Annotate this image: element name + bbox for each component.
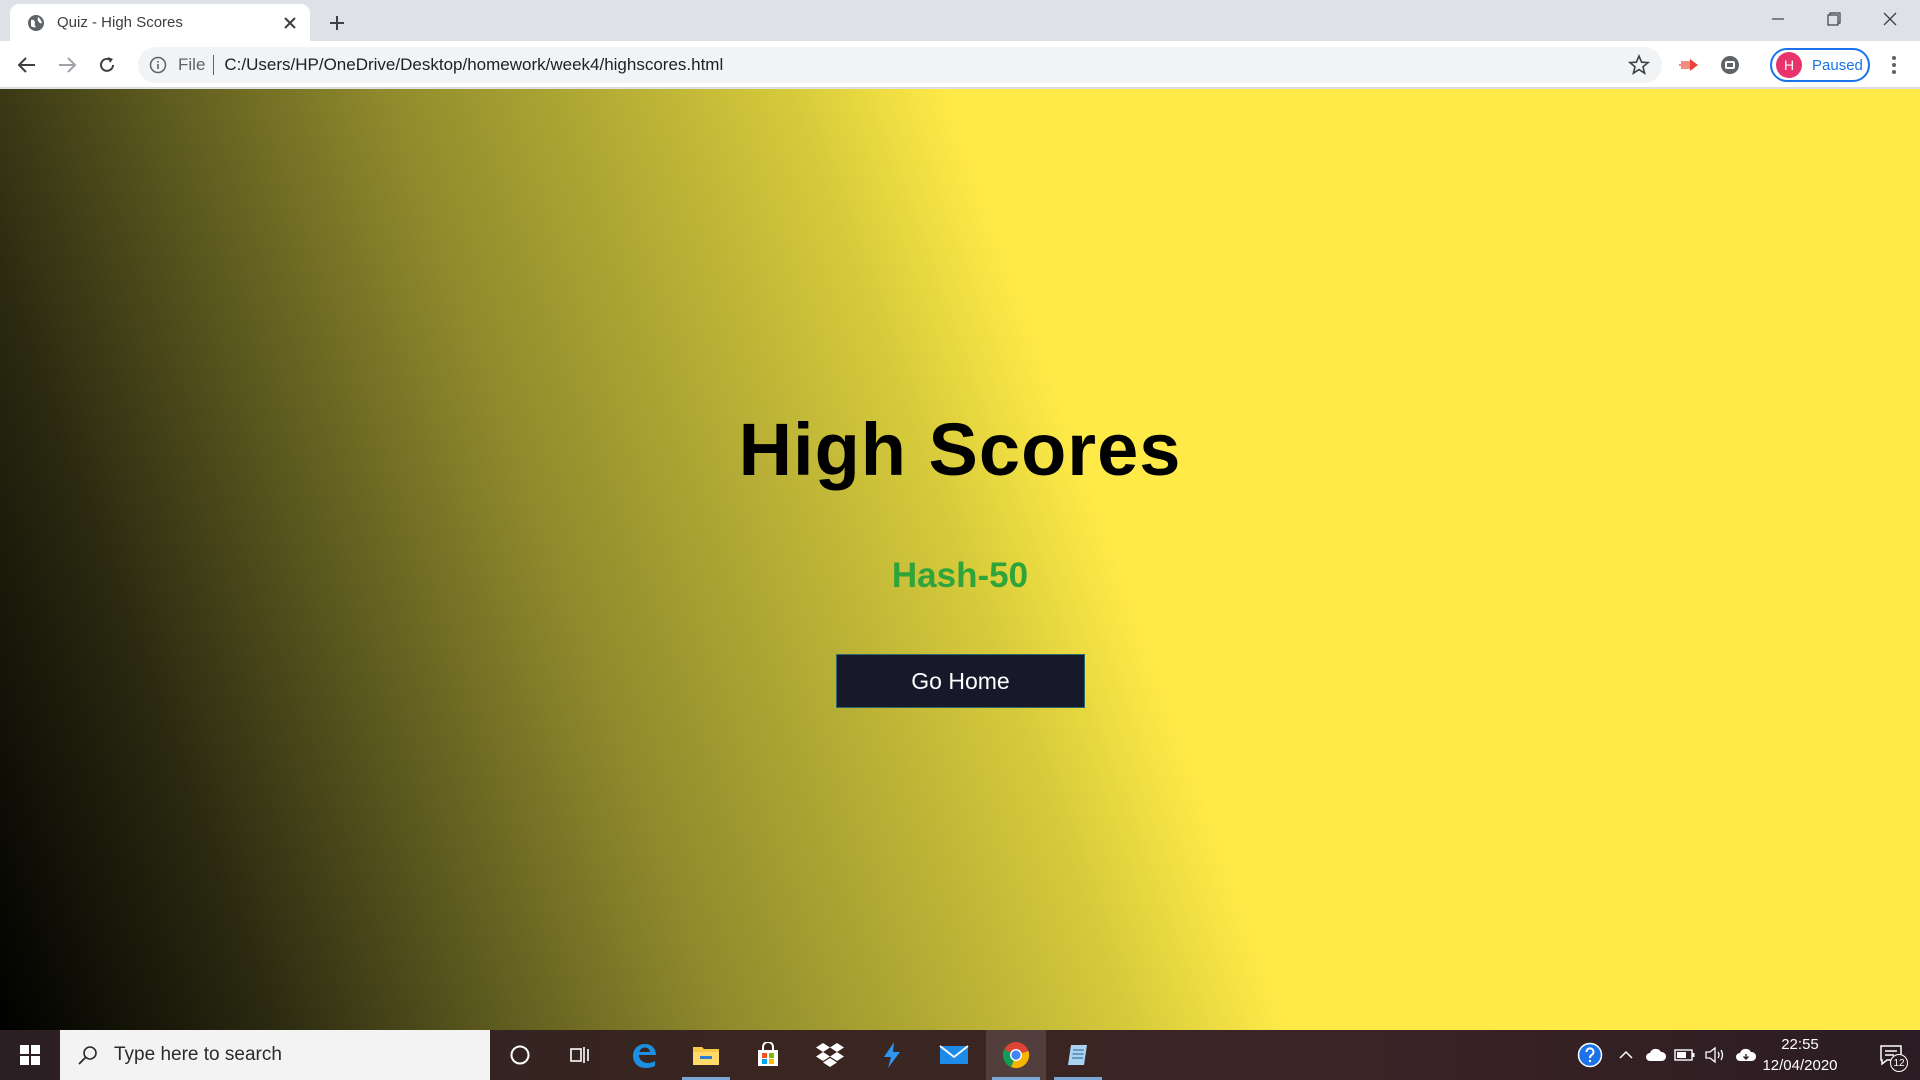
globe-icon <box>26 13 45 32</box>
restore-window-icon[interactable] <box>1806 0 1862 38</box>
taskbar-clock[interactable]: 22:55 12/04/2020 <box>1754 1034 1846 1076</box>
chrome-icon[interactable] <box>986 1030 1046 1080</box>
url-scheme-label: File <box>178 55 206 74</box>
windows-taskbar: Type here to search 22:55 12/04/2020 12 <box>0 1030 1920 1080</box>
forward-button[interactable] <box>51 49 83 81</box>
notification-count-badge: 12 <box>1890 1054 1908 1072</box>
url-separator <box>213 55 215 75</box>
task-view-icon[interactable] <box>550 1030 610 1080</box>
onedrive-cloud-icon[interactable] <box>1642 1030 1670 1080</box>
new-tab-button[interactable] <box>322 8 352 38</box>
url-text[interactable]: C:/Users/HP/OneDrive/Desktop/homework/we… <box>224 55 723 75</box>
close-window-icon[interactable] <box>1862 0 1918 38</box>
extension-2-icon[interactable] <box>1718 53 1742 77</box>
mail-icon[interactable] <box>924 1030 984 1080</box>
store-icon[interactable] <box>738 1030 798 1080</box>
windows-start-icon[interactable] <box>0 1030 60 1080</box>
chevron-up-icon[interactable] <box>1614 1030 1638 1080</box>
volume-icon[interactable] <box>1702 1030 1728 1080</box>
tab-strip: Quiz - High Scores <box>0 0 1920 41</box>
minimize-window-icon[interactable] <box>1750 0 1806 38</box>
visual-studio-icon[interactable] <box>862 1030 922 1080</box>
browser-toolbar: File C:/Users/HP/OneDrive/Desktop/homewo… <box>0 41 1920 88</box>
edge-icon[interactable] <box>614 1030 674 1080</box>
help-icon[interactable] <box>1574 1030 1606 1080</box>
more-menu-icon[interactable] <box>1882 53 1906 77</box>
battery-icon[interactable] <box>1672 1030 1698 1080</box>
search-placeholder: Type here to search <box>114 1044 282 1065</box>
profile-status: Paused <box>1812 56 1863 74</box>
action-center-icon[interactable]: 12 <box>1866 1030 1916 1080</box>
arrow-right-icon <box>59 57 77 73</box>
page-title: High Scores <box>738 408 1182 491</box>
notepad-icon[interactable] <box>1048 1030 1108 1080</box>
cortana-icon[interactable] <box>490 1030 550 1080</box>
extension-icon[interactable] <box>1678 53 1702 77</box>
dropbox-icon[interactable] <box>800 1030 860 1080</box>
info-icon[interactable] <box>148 55 168 75</box>
high-score-entry: Hash-50 <box>891 556 1029 595</box>
tab-quiz-high-scores[interactable]: Quiz - High Scores <box>10 4 310 41</box>
bookmark-star-icon[interactable] <box>1627 53 1651 76</box>
page-viewport: High Scores Hash-50 Go Home <box>0 89 1920 1030</box>
tab-title: Quiz - High Scores <box>57 14 183 31</box>
profile-button[interactable]: H Paused <box>1770 48 1870 82</box>
go-home-button[interactable]: Go Home <box>836 654 1085 708</box>
taskbar-search-input[interactable]: Type here to search <box>60 1030 490 1080</box>
reload-button[interactable] <box>91 49 123 81</box>
clock-date: 12/04/2020 <box>1762 1057 1838 1074</box>
reload-icon <box>100 57 114 72</box>
search-icon <box>76 1043 100 1067</box>
file-explorer-icon[interactable] <box>676 1030 736 1080</box>
back-button[interactable] <box>11 49 43 81</box>
arrow-left-icon <box>17 57 35 73</box>
close-tab-icon[interactable] <box>278 11 302 35</box>
avatar: H <box>1776 52 1802 78</box>
clock-time: 22:55 <box>1781 1036 1819 1053</box>
address-bar[interactable]: File C:/Users/HP/OneDrive/Desktop/homewo… <box>138 47 1662 83</box>
